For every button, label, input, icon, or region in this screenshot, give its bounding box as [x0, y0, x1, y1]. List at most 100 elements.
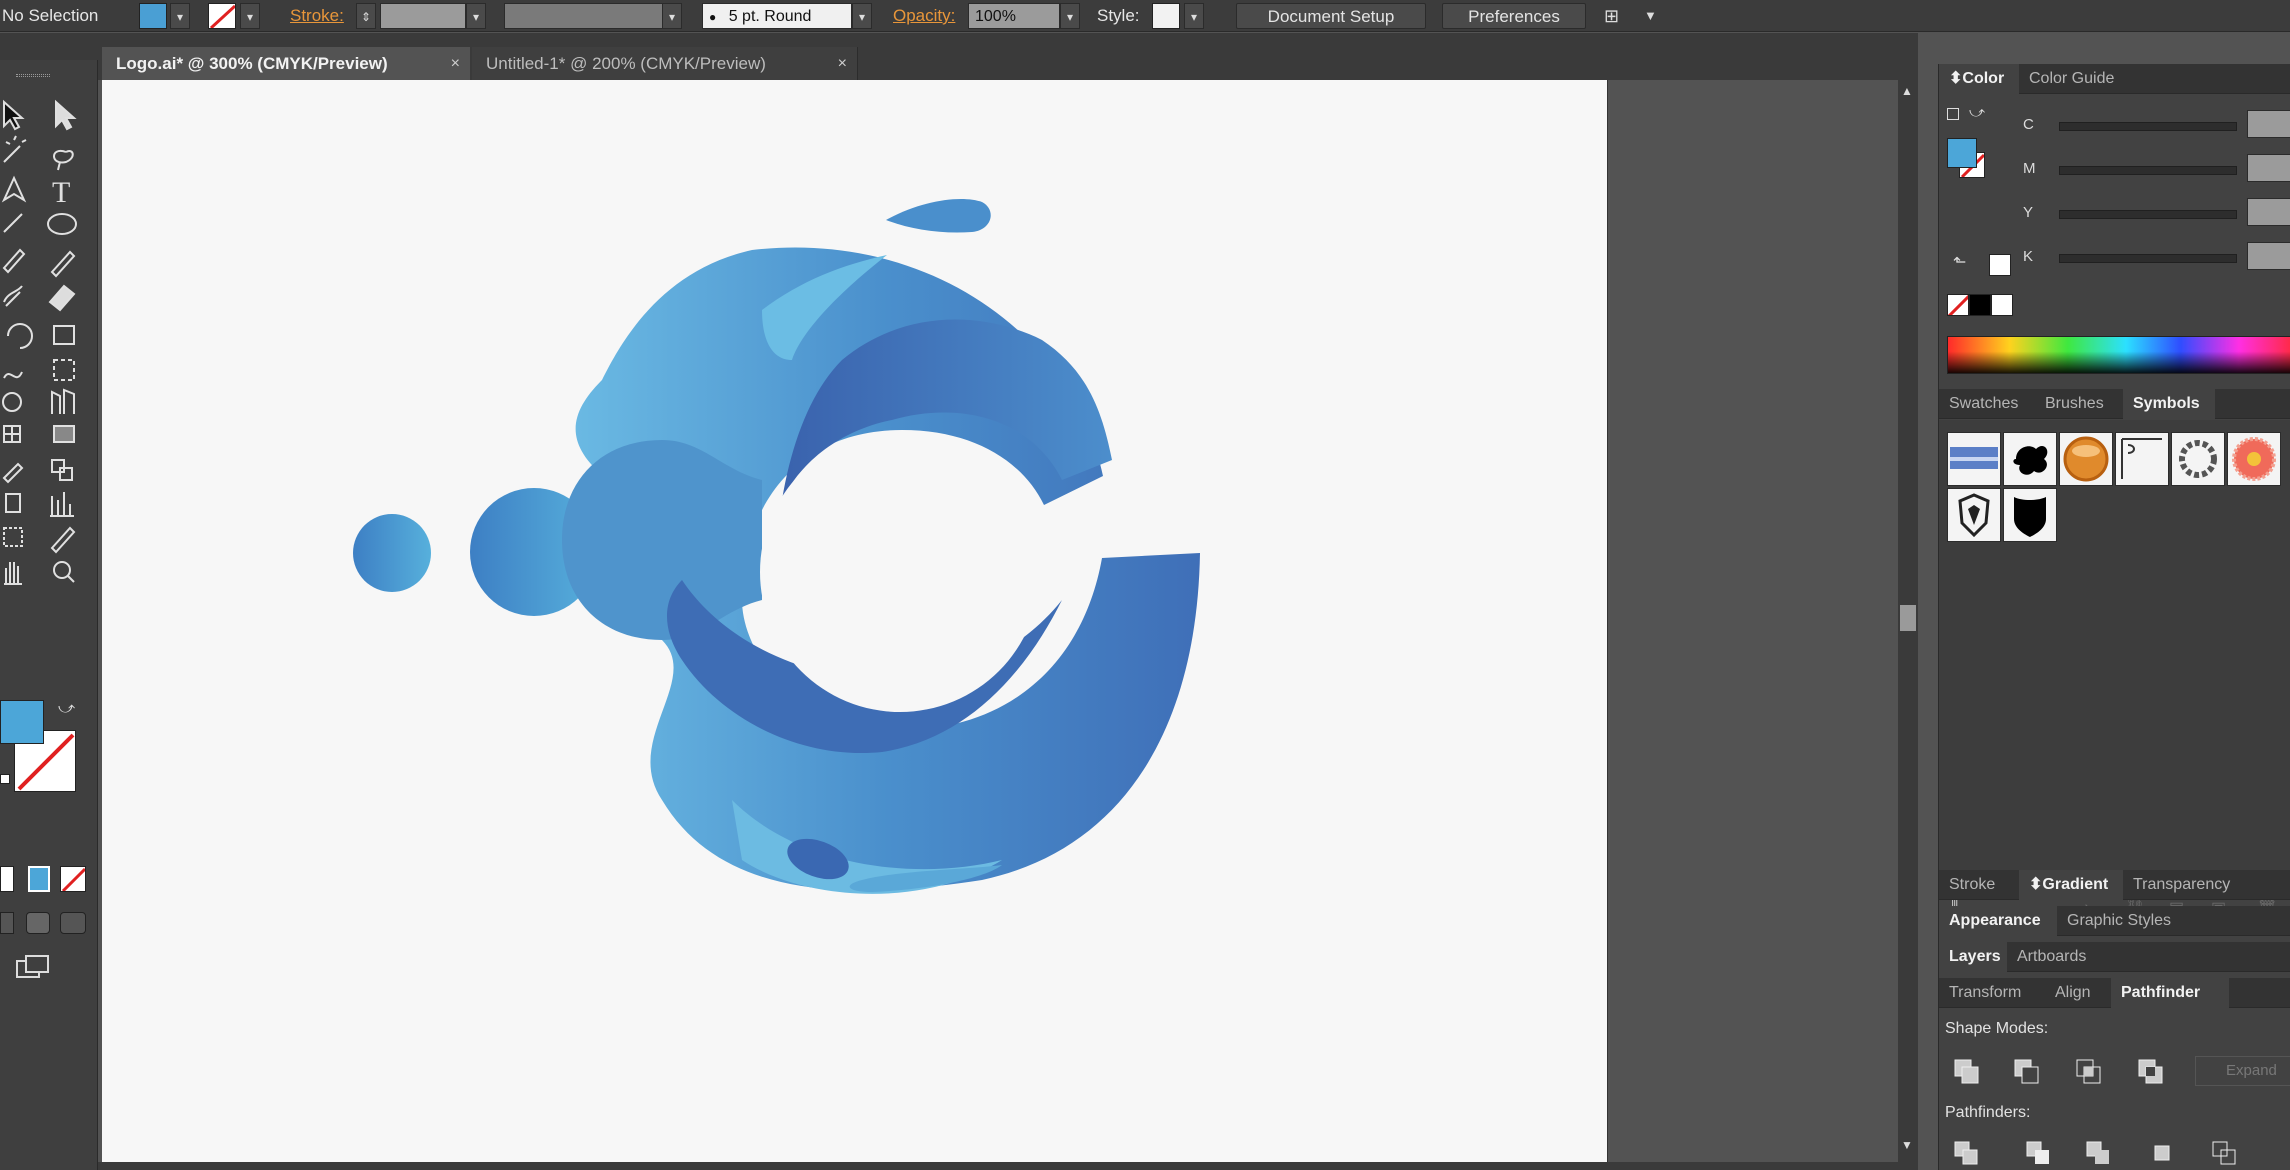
tab-logo[interactable]: Logo.ai* @ 300% (CMYK/Preview) ×	[102, 47, 470, 80]
tab-layers[interactable]: Layers	[1939, 942, 2007, 972]
channel-m-value[interactable]	[2247, 154, 2290, 182]
none-mode-icon[interactable]	[60, 866, 86, 892]
close-icon[interactable]: ×	[838, 47, 847, 80]
style-dropdown[interactable]: ▾	[1184, 3, 1204, 29]
stroke-swatch[interactable]	[208, 3, 236, 29]
channel-k-value[interactable]	[2247, 242, 2290, 270]
stroke-weight-stepper[interactable]: ⇕	[356, 3, 376, 29]
tab-gradient[interactable]: ⬍Gradient	[2019, 870, 2123, 900]
symbol-blue-banner[interactable]	[1947, 432, 2001, 486]
warp-icon	[3, 371, 23, 379]
stroke-dropdown[interactable]: ▾	[240, 3, 260, 29]
logo-artwork[interactable]	[102, 80, 1608, 1162]
stroke-label[interactable]: Stroke:	[290, 3, 344, 29]
arrange-documents-icon[interactable]: ⊞	[1604, 3, 1634, 29]
channel-c-label: C	[2023, 116, 2034, 133]
fill-dropdown[interactable]: ▾	[170, 3, 190, 29]
intersect-icon[interactable]	[2075, 1058, 2103, 1086]
tab-graphic-styles[interactable]: Graphic Styles	[2057, 906, 2197, 936]
scroll-down-icon[interactable]: ▼	[1901, 1138, 1913, 1152]
scroll-thumb[interactable]	[1900, 605, 1916, 631]
minus-front-icon[interactable]	[2013, 1058, 2041, 1086]
channel-k-slider[interactable]	[2059, 254, 2237, 263]
tool-icons[interactable]: T	[0, 96, 98, 756]
arrange-dropdown[interactable]: ▼	[1644, 3, 1660, 29]
color-mode-icon[interactable]	[0, 866, 14, 892]
channel-m-slider[interactable]	[2059, 166, 2237, 175]
color-spectrum[interactable]	[1947, 336, 2290, 374]
vertical-scrollbar[interactable]: ▲ ▼	[1898, 80, 1918, 1162]
tab-color-guide[interactable]: Color Guide	[2019, 64, 2139, 94]
out-of-gamut-icon[interactable]: ⬑	[1953, 252, 1966, 272]
scroll-up-icon[interactable]: ▲	[1901, 84, 1913, 98]
symbol-wreath[interactable]	[2171, 432, 2225, 486]
perspective-grid-icon	[51, 388, 75, 414]
default-colors-icon[interactable]	[0, 774, 10, 784]
tab-untitled-label: Untitled-1* @ 200% (CMYK/Preview)	[486, 54, 766, 73]
tab-artboards[interactable]: Artboards	[2007, 942, 2115, 972]
tab-swatches[interactable]: Swatches	[1939, 389, 2035, 419]
none-chip[interactable]	[1947, 294, 1969, 316]
crop-icon[interactable]	[2149, 1140, 2177, 1168]
channel-c-value[interactable]	[2247, 110, 2290, 138]
tab-untitled[interactable]: Untitled-1* @ 200% (CMYK/Preview) ×	[472, 47, 858, 80]
swap-fill-stroke-icon[interactable]: ⤻	[58, 700, 75, 718]
fill-swatch[interactable]	[139, 3, 167, 29]
white-chip[interactable]	[1989, 254, 2011, 276]
panel-grip[interactable]	[16, 74, 50, 77]
screen-mode-icon[interactable]	[16, 954, 50, 980]
opacity-field[interactable]: 100%	[968, 3, 1060, 29]
channel-y-value[interactable]	[2247, 198, 2290, 226]
profile-dropdown[interactable]: ▾	[662, 3, 682, 29]
symbol-flower[interactable]	[2227, 432, 2281, 486]
expand-button[interactable]: Expand	[2195, 1056, 2290, 1086]
brush-definition[interactable]: ● 5 pt. Round	[702, 3, 852, 29]
canvas-area[interactable]	[98, 80, 1918, 1162]
tab-align[interactable]: Align	[2045, 978, 2111, 1008]
symbol-shield-black[interactable]	[2003, 488, 2057, 542]
exclude-icon[interactable]	[2137, 1058, 2165, 1086]
fill-stroke-mini-icon[interactable]	[1947, 108, 1959, 120]
close-icon[interactable]: ×	[451, 47, 460, 80]
brush-dropdown[interactable]: ▾	[852, 3, 872, 29]
symbol-ink-splat[interactable]	[2003, 432, 2057, 486]
tab-brushes[interactable]: Brushes	[2035, 389, 2123, 419]
merge-icon[interactable]	[2085, 1140, 2113, 1168]
symbol-shield-outline[interactable]	[1947, 488, 2001, 542]
trim-icon[interactable]	[2025, 1140, 2053, 1168]
stroke-weight-dropdown[interactable]: ▾	[466, 3, 486, 29]
document-setup-button[interactable]: Document Setup	[1236, 3, 1426, 29]
draw-inside-icon[interactable]	[60, 912, 86, 934]
tab-transform[interactable]: Transform	[1939, 978, 2045, 1008]
channel-c-slider[interactable]	[2059, 122, 2237, 131]
gradient-mode-icon[interactable]	[28, 866, 50, 892]
logo-center-hole	[760, 432, 1040, 712]
channel-y-slider[interactable]	[2059, 210, 2237, 219]
variable-width-profile[interactable]	[504, 3, 664, 29]
tab-pathfinder[interactable]: Pathfinder	[2111, 978, 2229, 1008]
preferences-button[interactable]: Preferences	[1442, 3, 1586, 29]
symbol-corner-flourish[interactable]	[2115, 432, 2169, 486]
artboard[interactable]	[102, 80, 1608, 1162]
fill-color-front[interactable]	[0, 700, 44, 744]
swap-icon[interactable]: ⤻	[1969, 104, 1985, 121]
color-panel-fill-front[interactable]	[1947, 138, 1977, 168]
opacity-dropdown[interactable]: ▾	[1060, 3, 1080, 29]
tab-stroke[interactable]: Stroke	[1939, 870, 2019, 900]
white-chip-2[interactable]	[1991, 294, 2013, 316]
outline-icon[interactable]	[2211, 1140, 2239, 1168]
horizontal-scrollbar[interactable]	[98, 1162, 1918, 1170]
tab-color[interactable]: ⬍Color	[1939, 64, 2019, 94]
symbol-orange-button[interactable]	[2059, 432, 2113, 486]
draw-behind-icon[interactable]	[26, 912, 50, 934]
tab-appearance[interactable]: Appearance	[1939, 906, 2057, 936]
divide-icon[interactable]	[1953, 1140, 1981, 1168]
tab-symbols[interactable]: Symbols	[2123, 389, 2215, 419]
unite-icon[interactable]	[1953, 1058, 1981, 1086]
stroke-weight-field[interactable]	[380, 3, 466, 29]
tab-transparency[interactable]: Transparency	[2123, 870, 2253, 900]
graphic-style-swatch[interactable]	[1152, 3, 1180, 29]
opacity-label[interactable]: Opacity:	[893, 3, 955, 29]
draw-normal-icon[interactable]	[0, 912, 14, 934]
black-chip[interactable]	[1969, 294, 1991, 316]
